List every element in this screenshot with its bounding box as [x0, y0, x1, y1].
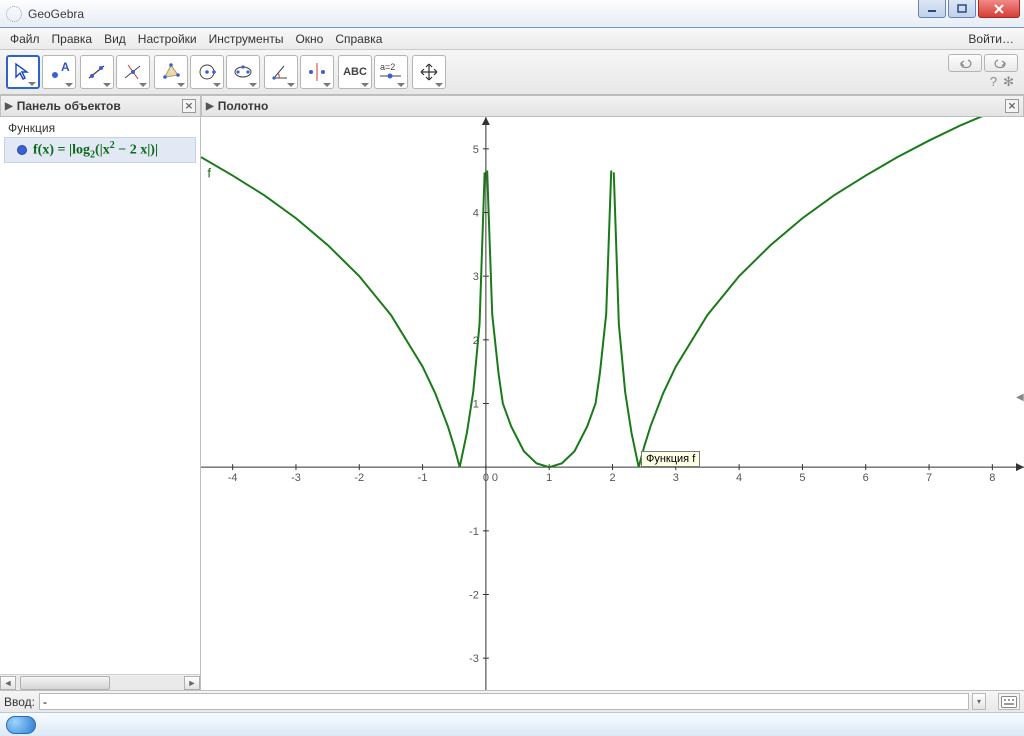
panel-title-canvas: Полотно: [218, 99, 269, 113]
os-taskbar: [0, 712, 1024, 736]
svg-text:8: 8: [989, 472, 995, 484]
object-category[interactable]: Функция: [4, 119, 196, 137]
svg-text:f: f: [207, 165, 211, 180]
svg-text:6: 6: [863, 472, 869, 484]
input-history-dropdown[interactable]: ▾: [972, 693, 986, 710]
minimize-button[interactable]: [918, 0, 946, 18]
menu-bar: Файл Правка Вид Настройки Инструменты Ок…: [0, 28, 1024, 50]
svg-text:5: 5: [473, 144, 479, 156]
scroll-left-arrow[interactable]: ◄: [0, 676, 16, 690]
window-title: GeoGebra: [28, 7, 918, 21]
login-link[interactable]: Войти…: [962, 30, 1020, 48]
svg-text:4: 4: [736, 472, 742, 484]
close-button[interactable]: [978, 0, 1020, 18]
menu-edit[interactable]: Правка: [46, 30, 99, 48]
tool-move-view[interactable]: [412, 55, 446, 89]
toolbar-preferences-icon[interactable]: ✻: [1003, 74, 1014, 90]
objects-panel: Функция f(x) = |log2(|x2 − 2 x|)| ◄ ►: [0, 117, 201, 690]
svg-text:7: 7: [926, 472, 932, 484]
function-tooltip: Функция f: [641, 451, 700, 467]
svg-text:1: 1: [546, 472, 552, 484]
menu-file[interactable]: Файл: [4, 30, 46, 48]
command-input[interactable]: [39, 693, 969, 710]
svg-text:-4: -4: [228, 472, 238, 484]
svg-text:-1: -1: [469, 526, 479, 538]
virtual-keyboard-button[interactable]: [998, 693, 1020, 710]
svg-text:-1: -1: [418, 472, 428, 484]
window-titlebar: GeoGebra: [0, 0, 1024, 28]
panel-header-objects[interactable]: ▶ Панель объектов ⨯: [0, 95, 201, 117]
menu-view[interactable]: Вид: [98, 30, 132, 48]
undo-button[interactable]: [948, 54, 982, 72]
svg-text:0: 0: [483, 472, 489, 484]
app-logo-icon: [6, 6, 22, 22]
tool-polygon[interactable]: [154, 55, 188, 89]
input-label: Ввод:: [4, 695, 35, 709]
svg-text:-3: -3: [469, 653, 479, 665]
visibility-dot-icon[interactable]: [17, 145, 27, 155]
menu-help[interactable]: Справка: [329, 30, 388, 48]
svg-text:a=2: a=2: [380, 62, 395, 72]
svg-text:-2: -2: [469, 590, 479, 602]
start-button[interactable]: [6, 716, 36, 734]
graphics-canvas[interactable]: -4-3-2-1012345678-3-2-1123450f Функция f…: [201, 117, 1024, 690]
redo-button[interactable]: [984, 54, 1018, 72]
tool-reflect[interactable]: [300, 55, 334, 89]
svg-text:-3: -3: [291, 472, 301, 484]
scroll-thumb[interactable]: [20, 676, 110, 690]
tool-move[interactable]: [6, 55, 40, 89]
triangle-right-icon: ▶: [206, 101, 214, 112]
object-formula: f(x) = |log2(|x2 − 2 x|)|: [33, 140, 158, 160]
right-expander-icon[interactable]: ◀: [1016, 392, 1024, 416]
tool-point[interactable]: A: [42, 55, 76, 89]
undo-icon: [957, 58, 973, 68]
menu-tools[interactable]: Инструменты: [203, 30, 290, 48]
tool-perpendicular[interactable]: [116, 55, 150, 89]
redo-icon: [993, 58, 1009, 68]
svg-text:3: 3: [673, 472, 679, 484]
panel-close-canvas[interactable]: ⨯: [1005, 99, 1019, 113]
panel-title-objects: Панель объектов: [17, 99, 121, 113]
tool-circle[interactable]: [190, 55, 224, 89]
svg-text:0: 0: [492, 472, 498, 484]
sidebar-horizontal-scrollbar[interactable]: ◄ ►: [0, 674, 200, 690]
menu-settings[interactable]: Настройки: [132, 30, 203, 48]
plot-svg: -4-3-2-1012345678-3-2-1123450f: [201, 117, 1024, 690]
maximize-button[interactable]: [948, 0, 976, 18]
tool-text[interactable]: ABC: [338, 55, 372, 89]
menu-window[interactable]: Окно: [289, 30, 329, 48]
svg-text:A: A: [61, 61, 70, 74]
toolbar-help-icon[interactable]: ?: [990, 74, 997, 90]
keyboard-icon: [1001, 696, 1017, 708]
tool-bar: A: [0, 50, 1024, 95]
svg-text:-2: -2: [354, 472, 364, 484]
triangle-right-icon: ▶: [5, 101, 13, 112]
svg-text:3: 3: [473, 271, 479, 283]
input-bar: Ввод: ▾: [0, 690, 1024, 712]
svg-text:1: 1: [473, 399, 479, 411]
svg-text:2: 2: [609, 472, 615, 484]
scroll-track[interactable]: [16, 676, 184, 690]
panel-header-canvas[interactable]: ▶ Полотно ⨯: [201, 95, 1024, 117]
tool-angle[interactable]: [264, 55, 298, 89]
svg-text:4: 4: [473, 208, 479, 220]
object-item-f[interactable]: f(x) = |log2(|x2 − 2 x|)|: [4, 137, 196, 163]
svg-text:5: 5: [799, 472, 805, 484]
tool-ellipse[interactable]: [226, 55, 260, 89]
scroll-right-arrow[interactable]: ►: [184, 676, 200, 690]
panel-close-objects[interactable]: ⨯: [182, 99, 196, 113]
window-controls: [918, 0, 1020, 18]
tool-line[interactable]: [80, 55, 114, 89]
tool-slider[interactable]: a=2: [374, 55, 408, 89]
